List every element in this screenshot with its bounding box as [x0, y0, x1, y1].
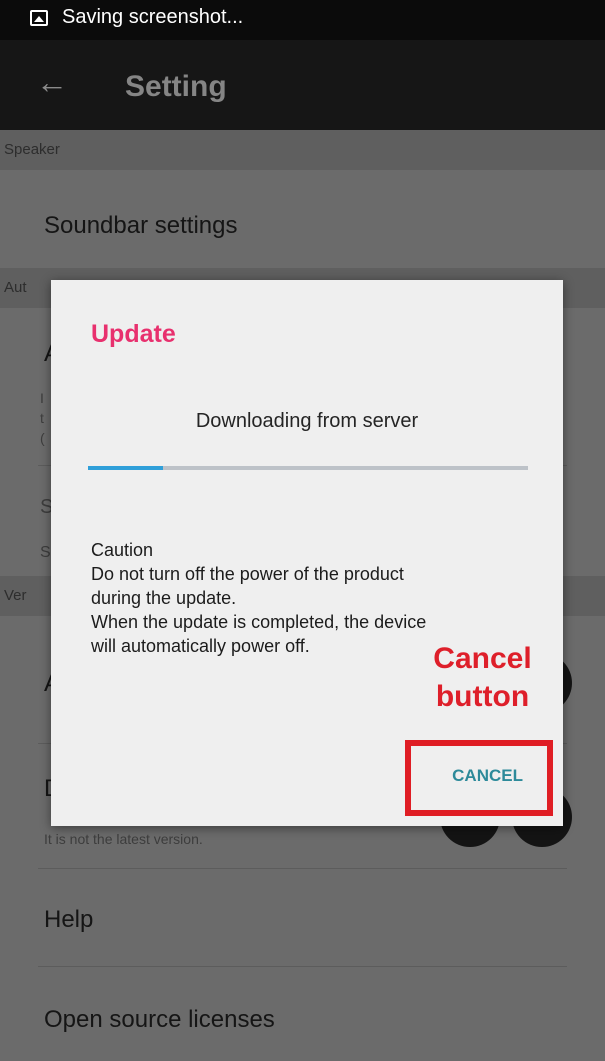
- open-source-licenses-item[interactable]: Open source licenses: [44, 1006, 275, 1034]
- annotation-highlight-box: [405, 740, 553, 816]
- image-icon: [30, 10, 48, 26]
- progress-fill: [88, 466, 163, 470]
- caution-line: When the update is completed, the device: [91, 612, 427, 632]
- section-header-speaker: Speaker: [0, 130, 605, 170]
- progress-bar: [88, 466, 528, 470]
- status-bar: Saving screenshot...: [0, 0, 605, 40]
- settings-item-partial[interactable]: S: [40, 544, 51, 562]
- help-item[interactable]: Help: [44, 906, 93, 934]
- auto-desc-line: t: [40, 410, 44, 426]
- divider: [38, 868, 567, 869]
- version-status-text: It is not the latest version.: [44, 831, 203, 847]
- caution-line: Caution: [91, 540, 154, 560]
- divider: [38, 966, 567, 967]
- caution-line: Do not turn off the power of the product: [91, 564, 404, 584]
- status-text: Saving screenshot...: [62, 6, 244, 28]
- auto-desc-line: (: [40, 430, 45, 446]
- page-title: Setting: [125, 70, 227, 103]
- back-arrow-icon[interactable]: ←: [36, 66, 68, 98]
- dialog-title: Update: [91, 320, 176, 348]
- dialog-message: Downloading from server: [195, 410, 419, 432]
- soundbar-settings-item[interactable]: Soundbar settings: [44, 212, 237, 240]
- annotation-label: Cancel button: [415, 640, 550, 716]
- caution-line: during the update.: [91, 588, 237, 608]
- app-bar: ← Setting: [0, 40, 605, 130]
- annotation-line: button: [435, 680, 530, 713]
- annotation-line: Cancel: [433, 642, 532, 675]
- auto-desc-line: I: [40, 390, 44, 406]
